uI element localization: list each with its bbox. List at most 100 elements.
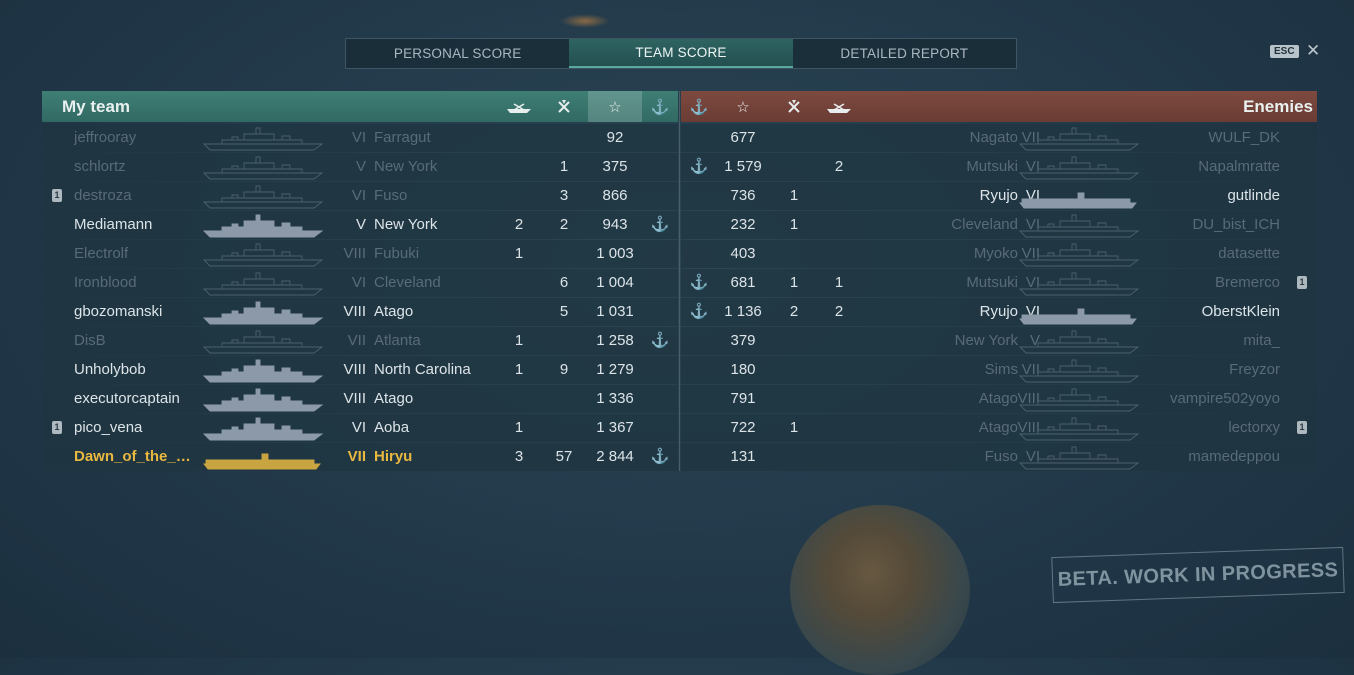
ships-destroyed-count: 2 bbox=[834, 158, 844, 175]
anchor-alive-icon[interactable]: ⚓ bbox=[645, 91, 675, 122]
enemies-table: 677 Nagato VII WULF_DK ⚓ 1 579 2 Mutsuki VI Napal… bbox=[681, 124, 1317, 472]
player-name: OberstKlein bbox=[1201, 303, 1280, 320]
table-row[interactable]: 379 New York Vmita_ bbox=[681, 327, 1317, 355]
player-name: gutlinde bbox=[1227, 187, 1280, 204]
ships-destroyed-count: 1 bbox=[514, 332, 524, 349]
player-name: Freyzor bbox=[1229, 361, 1280, 378]
base-xp-score: 681 bbox=[730, 274, 756, 291]
ship-tier: V bbox=[355, 216, 366, 233]
tab-team-score[interactable]: TEAM SCORE bbox=[569, 39, 793, 68]
ships-destroyed-count bbox=[824, 211, 854, 239]
player-name: Bremerco bbox=[1214, 274, 1280, 291]
table-row[interactable]: 677 Nagato VII WULF_DK bbox=[681, 124, 1317, 152]
player-name: Ironblood bbox=[74, 274, 137, 291]
player-name: lectorxy bbox=[1228, 419, 1280, 436]
table-row[interactable]: schlortz V New York 1 375 bbox=[42, 153, 678, 181]
planes-destroyed-count bbox=[549, 414, 579, 442]
table-row[interactable]: DisB VII Atlanta 1 1 258 ⚓ bbox=[42, 327, 678, 355]
score-tabs: PERSONAL SCORE TEAM SCORE DETAILED REPOR… bbox=[345, 38, 1017, 69]
planes-destroyed-count: 1 bbox=[789, 216, 799, 233]
base-xp-score: 943 bbox=[602, 216, 628, 233]
ships-destroyed-count: 3 bbox=[514, 448, 524, 465]
table-row[interactable]: Unholybob VIII North Carolina 1 9 1 279 bbox=[42, 356, 678, 384]
ships-destroyed-count bbox=[824, 182, 854, 210]
ship-tier: VIII bbox=[343, 303, 366, 320]
tab-detailed-report[interactable]: DETAILED REPORT bbox=[793, 39, 1016, 68]
table-row[interactable]: Mediamann V New York 2 2 943 ⚓ bbox=[42, 211, 678, 239]
planes-destroyed-count bbox=[549, 385, 579, 413]
table-row[interactable]: executorcaptain VIII Atago 1 336 bbox=[42, 385, 678, 413]
planes-destroyed-count bbox=[779, 124, 809, 152]
ship-tier: VII bbox=[347, 448, 366, 465]
table-row[interactable]: 722 1 Atago VIII lectorxy 1 bbox=[681, 414, 1317, 442]
my-team-header: My team ☆ ⚓ bbox=[42, 91, 678, 122]
tab-personal-score[interactable]: PERSONAL SCORE bbox=[346, 39, 569, 68]
table-row[interactable]: Dawn_of_the_Po... VII Hiryu 3 57 2 844 ⚓ bbox=[42, 443, 678, 471]
table-row[interactable]: 131 Fuso VI mamedeppou bbox=[681, 443, 1317, 471]
planes-destroyed-icon[interactable] bbox=[779, 91, 809, 122]
table-row[interactable]: Ironblood VI Cleveland 6 1 004 bbox=[42, 269, 678, 297]
ship-tier: VIII bbox=[343, 361, 366, 378]
ships-destroyed-count bbox=[824, 124, 854, 152]
base-xp-score: 92 bbox=[606, 129, 624, 146]
ships-destroyed-count bbox=[504, 124, 534, 152]
player-name: Electrolf bbox=[74, 245, 129, 262]
close-icon[interactable]: ✕ bbox=[1306, 41, 1320, 61]
base-xp-score: 1 279 bbox=[596, 361, 634, 378]
table-row[interactable]: 1 destroza VI Fuso 3 866 bbox=[42, 182, 678, 210]
table-row[interactable]: 403 Myoko VII datasette bbox=[681, 240, 1317, 268]
planes-destroyed-count bbox=[779, 327, 809, 355]
ship-name: Mutsuki bbox=[966, 158, 1018, 175]
table-row[interactable]: gbozomanski VIII Atago 5 1 031 bbox=[42, 298, 678, 326]
ships-destroyed-count bbox=[824, 327, 854, 355]
player-name: schlortz bbox=[74, 158, 126, 175]
enemies-header: ⚓ ☆ Enemies bbox=[681, 91, 1317, 122]
ship-tier: VIII bbox=[343, 390, 366, 407]
ships-destroyed-count bbox=[504, 385, 534, 413]
table-row[interactable]: 1 pico_vena VI Aoba 1 1 367 bbox=[42, 414, 678, 442]
base-xp-star-icon[interactable]: ☆ bbox=[716, 91, 770, 122]
ship-name: Farragut bbox=[374, 129, 431, 146]
base-xp-score: 375 bbox=[602, 158, 628, 175]
ships-destroyed-count: 1 bbox=[514, 419, 524, 436]
anchor-alive-icon[interactable]: ⚓ bbox=[684, 91, 714, 122]
anchor-icon: ⚓ bbox=[650, 216, 670, 233]
ship-tier: VII bbox=[347, 332, 366, 349]
base-xp-star-icon[interactable]: ☆ bbox=[588, 91, 642, 122]
ship-tier: VI bbox=[351, 274, 366, 291]
planes-destroyed-count: 1 bbox=[789, 187, 799, 204]
table-row[interactable]: ⚓ 1 136 2 2 Ryujo VI OberstKlein bbox=[681, 298, 1317, 326]
table-row[interactable]: 791 Atago VIII vampire502yoyo bbox=[681, 385, 1317, 413]
ship-name: Sims bbox=[984, 361, 1018, 378]
division-icon: 1 bbox=[52, 421, 62, 434]
table-row[interactable]: jeffrooray VI Farragut 92 bbox=[42, 124, 678, 152]
ship-tier: VI bbox=[351, 187, 366, 204]
table-row[interactable]: ⚓ 681 1 1 Mutsuki VI Bremerco 1 bbox=[681, 269, 1317, 297]
table-row[interactable]: 180 Sims VII Freyzor bbox=[681, 356, 1317, 384]
ships-destroyed-count bbox=[824, 443, 854, 471]
team-divider bbox=[679, 91, 680, 471]
player-name: executorcaptain bbox=[74, 390, 180, 407]
background-debris-small bbox=[560, 14, 610, 28]
base-xp-score: 180 bbox=[730, 361, 756, 378]
planes-destroyed-count bbox=[779, 240, 809, 268]
player-name: DisB bbox=[74, 332, 106, 349]
ships-destroyed-icon[interactable] bbox=[824, 91, 854, 122]
planes-destroyed-count: 9 bbox=[559, 361, 569, 378]
planes-destroyed-count bbox=[779, 385, 809, 413]
table-row[interactable]: 232 1 Cleveland VI DU_bist_ICH bbox=[681, 211, 1317, 239]
base-xp-score: 866 bbox=[602, 187, 628, 204]
my-team-table: jeffrooray VI Farragut 92 schlortz V New York 1… bbox=[42, 124, 678, 472]
ships-destroyed-icon[interactable] bbox=[504, 91, 534, 122]
table-row[interactable]: 736 1 Ryujo VI gutlinde bbox=[681, 182, 1317, 210]
ship-name: Atago bbox=[374, 303, 414, 320]
ship-name: Myoko bbox=[973, 245, 1018, 262]
table-row[interactable]: ⚓ 1 579 2 Mutsuki VI Napalmratte bbox=[681, 153, 1317, 181]
ship-name: Aoba bbox=[374, 419, 410, 436]
planes-destroyed-icon[interactable] bbox=[549, 91, 579, 122]
player-name: gbozomanski bbox=[74, 303, 163, 320]
ship-name: Fuso bbox=[374, 187, 408, 204]
base-xp-score: 232 bbox=[730, 216, 756, 233]
base-xp-score: 131 bbox=[730, 448, 756, 465]
table-row[interactable]: Electrolf VIII Fubuki 1 1 003 bbox=[42, 240, 678, 268]
